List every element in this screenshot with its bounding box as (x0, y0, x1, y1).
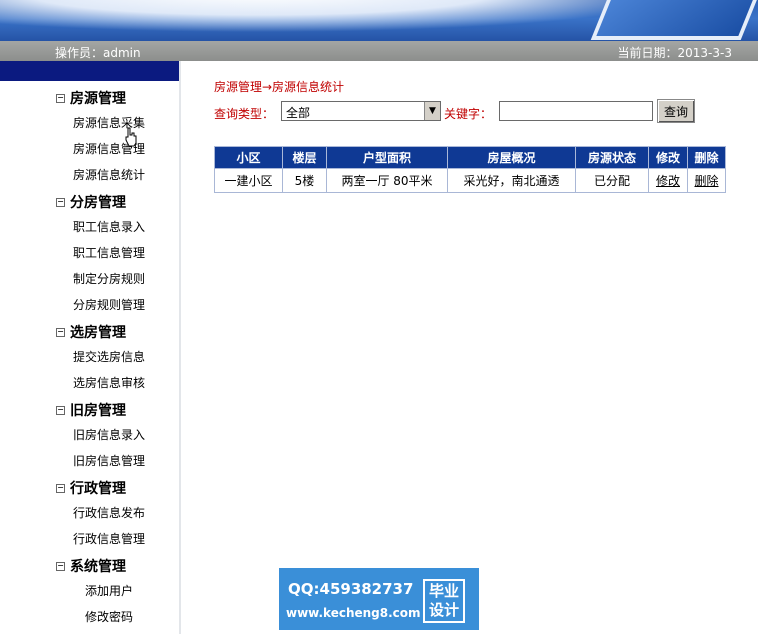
sidebar-group-label: 行政管理 (70, 481, 126, 497)
sidebar-item-staff-entry[interactable]: 职工信息录入 (73, 218, 145, 235)
column-header: 修改 (648, 146, 688, 169)
cell-community: 一建小区 (214, 168, 283, 193)
banner-monitor-graphic (590, 0, 758, 40)
collapse-icon[interactable]: − (56, 561, 65, 571)
column-header: 房源状态 (575, 146, 649, 169)
cell-delete: 删除 (687, 168, 726, 193)
collapse-icon[interactable]: − (56, 483, 65, 493)
watermark-site: www.kecheng8.com (286, 606, 421, 620)
column-header: 删除 (687, 146, 726, 169)
collapse-icon[interactable]: − (56, 197, 65, 207)
operator-label: 操作员：admin (55, 46, 141, 60)
sidebar-group-system[interactable]: − 系统管理 (56, 556, 126, 576)
sidebar-group-allocation[interactable]: − 分房管理 (56, 192, 126, 212)
sidebar-group-label: 房源管理 (70, 91, 126, 107)
housing-table: 小区 楼层 户型面积 房屋概况 房源状态 修改 删除 一建小区 5楼 两室一厅 … (214, 146, 726, 193)
watermark-qq: QQ:459382737 (288, 580, 414, 598)
sidebar-item-old-manage[interactable]: 旧房信息管理 (73, 452, 145, 469)
column-header: 房屋概况 (447, 146, 576, 169)
sidebar-group-old-housing[interactable]: − 旧房管理 (56, 400, 126, 420)
sidebar-item-old-entry[interactable]: 旧房信息录入 (73, 426, 145, 443)
collapse-icon[interactable]: − (56, 93, 65, 103)
sidebar-item-add-user[interactable]: 添加用户 (85, 582, 133, 599)
sidebar-group-selection[interactable]: − 选房管理 (56, 322, 126, 342)
sidebar-item-selection-review[interactable]: 选房信息审核 (73, 374, 145, 391)
edit-link[interactable]: 修改 (656, 174, 680, 188)
hand-cursor-icon (125, 127, 137, 147)
keyword-input[interactable] (499, 101, 653, 121)
query-type-select[interactable]: 全部 ▼ (281, 101, 441, 121)
collapse-icon[interactable]: − (56, 405, 65, 415)
cell-layout-area: 两室一厅 80平米 (326, 168, 448, 193)
column-header: 楼层 (282, 146, 327, 169)
sidebar-item-admin-manage[interactable]: 行政信息管理 (73, 530, 145, 547)
cell-overview: 采光好，南北通透 (447, 168, 576, 193)
chevron-down-icon[interactable]: ▼ (424, 102, 440, 120)
sidebar-item-admin-publish[interactable]: 行政信息发布 (73, 504, 145, 521)
sidebar-group-housing[interactable]: − 房源管理 (56, 88, 126, 108)
delete-link[interactable]: 删除 (694, 174, 718, 188)
sidebar-item-rule-manage[interactable]: 分房规则管理 (73, 296, 145, 313)
cell-status: 已分配 (575, 168, 649, 193)
sidebar-group-label: 系统管理 (70, 559, 126, 575)
table-header-row: 小区 楼层 户型面积 房屋概况 房源状态 修改 删除 (214, 146, 726, 169)
watermark-overlay: QQ:459382737 www.kecheng8.com 毕业设计 (279, 568, 479, 630)
watermark-badge: 毕业设计 (423, 579, 465, 623)
sidebar-item-rule-create[interactable]: 制定分房规则 (73, 270, 145, 287)
sidebar-item-change-password[interactable]: 修改密码 (85, 608, 133, 625)
sidebar-item-selection-submit[interactable]: 提交选房信息 (73, 348, 145, 365)
sidebar-item-staff-manage[interactable]: 职工信息管理 (73, 244, 145, 261)
current-date-label: 当前日期：2013-3-3 (617, 46, 732, 60)
main-content: 房源管理→房源信息统计 查询类型： 全部 ▼ 关键字： 查询 小区 楼层 户型面… (183, 61, 758, 634)
table-row: 一建小区 5楼 两室一厅 80平米 采光好，南北通透 已分配 修改 删除 (214, 168, 726, 193)
sidebar: − 房源管理 房源信息采集 房源信息管理 房源信息统计 − 分房管理 职工信息录… (0, 61, 181, 634)
column-header: 小区 (214, 146, 283, 169)
sidebar-group-admin[interactable]: − 行政管理 (56, 478, 126, 498)
sidebar-group-label: 分房管理 (70, 195, 126, 211)
query-type-label: 查询类型： (214, 107, 275, 121)
cell-floor: 5楼 (282, 168, 327, 193)
sidebar-item-housing-stats[interactable]: 房源信息统计 (73, 166, 145, 183)
query-button[interactable]: 查询 (657, 99, 695, 123)
column-header: 户型面积 (326, 146, 448, 169)
breadcrumb: 房源管理→房源信息统计 (214, 80, 345, 94)
header-banner (0, 0, 758, 41)
sidebar-group-label: 选房管理 (70, 325, 126, 341)
query-type-value: 全部 (286, 106, 311, 120)
cell-edit: 修改 (648, 168, 688, 193)
status-bar: 操作员：admin 当前日期：2013-3-3 (0, 41, 758, 61)
sidebar-top-bar (0, 61, 179, 81)
collapse-icon[interactable]: − (56, 327, 65, 337)
keyword-label: 关键字： (444, 107, 493, 121)
sidebar-group-label: 旧房管理 (70, 403, 126, 419)
